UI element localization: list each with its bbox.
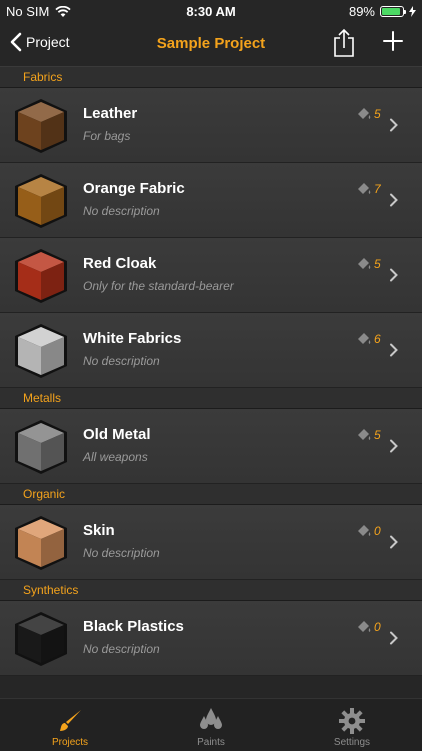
material-thumbnail (15, 249, 67, 303)
list-item[interactable]: Skin No description 0 (0, 505, 422, 580)
paint-bucket-icon (358, 333, 371, 344)
status-right: 89% (349, 4, 416, 19)
charging-bolt-icon (409, 6, 416, 17)
paint-count: 5 (356, 428, 381, 442)
brush-icon (60, 710, 81, 731)
paint-count-value: 0 (374, 524, 381, 538)
material-thumbnail (15, 516, 67, 570)
material-thumbnail (15, 174, 67, 228)
material-description: No description (83, 642, 160, 656)
paint-count-value: 5 (374, 257, 381, 271)
tab-settings[interactable]: Settings (282, 699, 422, 751)
paint-bucket-icon (358, 258, 371, 269)
paint-bucket-icon (358, 621, 371, 632)
chevron-right-icon (390, 118, 398, 132)
material-description: No description (83, 204, 160, 218)
tab-projects[interactable]: Projects (0, 699, 140, 751)
tab-bar: Projects Paints Settings (0, 698, 422, 751)
paint-count: 0 (356, 620, 381, 634)
chevron-right-icon (390, 535, 398, 549)
material-name: Leather (83, 105, 138, 122)
gear-icon (339, 708, 365, 734)
material-thumbnail (15, 612, 67, 666)
material-description: For bags (83, 129, 131, 143)
tab-projects-label: Projects (51, 737, 89, 748)
list-item[interactable]: White Fabrics No description 6 (0, 313, 422, 388)
paint-count-value: 6 (374, 332, 381, 346)
paint-count-value: 0 (374, 620, 381, 634)
material-description: No description (83, 546, 160, 560)
chevron-right-icon (390, 439, 398, 453)
material-list: Fabrics Leather For bags 5 Orange Fabric No d… (0, 67, 422, 676)
paint-count: 7 (356, 182, 381, 196)
material-name: Orange Fabric (83, 180, 185, 197)
paint-count-value: 5 (374, 107, 381, 121)
list-item[interactable]: Black Plastics No description 0 (0, 601, 422, 676)
battery-fill (382, 8, 400, 15)
paint-bucket-icon (358, 108, 371, 119)
tab-paints-label: Paints (197, 737, 225, 748)
material-description: No description (83, 354, 160, 368)
material-name: Black Plastics (83, 618, 184, 635)
tab-paints[interactable]: Paints (141, 699, 281, 751)
paint-count: 5 (356, 107, 381, 121)
section-header: Fabrics (0, 67, 422, 88)
chevron-left-icon (10, 32, 22, 52)
back-button-label: Project (26, 34, 70, 50)
section-header: Metalls (0, 388, 422, 409)
tab-settings-label: Settings (333, 737, 371, 748)
paint-bucket-icon (358, 429, 371, 440)
status-bar: No SIM 8:30 AM 89% (0, 0, 422, 22)
paint-count-value: 5 (374, 428, 381, 442)
material-thumbnail (15, 420, 67, 474)
add-icon[interactable] (382, 30, 404, 52)
chevron-right-icon (390, 268, 398, 282)
section-header: Synthetics (0, 580, 422, 601)
material-name: Old Metal (83, 426, 151, 443)
material-description: Only for the standard-bearer (83, 279, 234, 293)
section-header: Organic (0, 484, 422, 505)
share-icon[interactable] (333, 28, 355, 58)
chevron-right-icon (390, 343, 398, 357)
material-name: White Fabrics (83, 330, 182, 347)
chevron-right-icon (390, 631, 398, 645)
chevron-right-icon (390, 193, 398, 207)
list-item[interactable]: Leather For bags 5 (0, 88, 422, 163)
paint-count: 0 (356, 524, 381, 538)
material-thumbnail (15, 99, 67, 153)
back-button[interactable]: Project (10, 32, 70, 52)
navigation-bar: Project Sample Project (0, 22, 422, 67)
material-name: Red Cloak (83, 255, 157, 272)
battery-percent: 89% (348, 4, 375, 19)
material-name: Skin (83, 522, 115, 539)
list-item[interactable]: Red Cloak Only for the standard-bearer 5 (0, 238, 422, 313)
paint-count: 6 (356, 332, 381, 346)
paint-bucket-icon (358, 525, 371, 536)
material-description: All weapons (83, 450, 148, 464)
drops-icon (200, 708, 222, 729)
paint-count: 5 (356, 257, 381, 271)
paint-count-value: 7 (374, 182, 381, 196)
material-thumbnail (15, 324, 67, 378)
list-item[interactable]: Old Metal All weapons 5 (0, 409, 422, 484)
paint-bucket-icon (358, 183, 371, 194)
battery-icon (380, 6, 406, 17)
list-item[interactable]: Orange Fabric No description 7 (0, 163, 422, 238)
